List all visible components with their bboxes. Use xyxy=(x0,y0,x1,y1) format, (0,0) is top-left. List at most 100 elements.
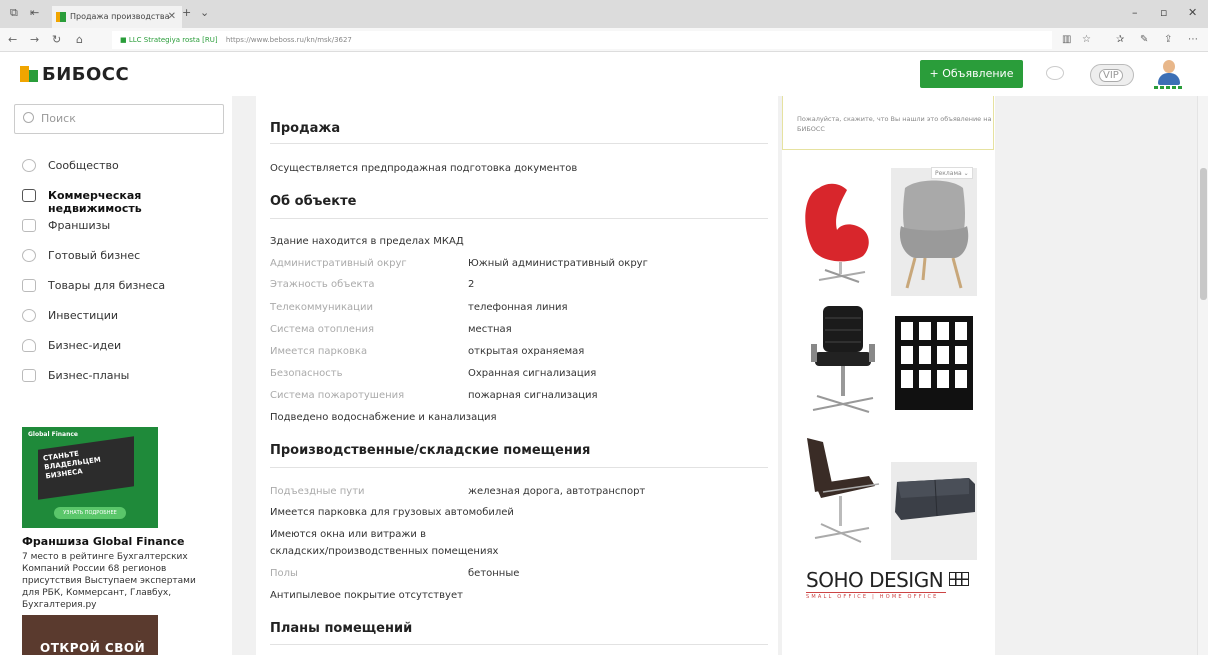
dark-sofa-image[interactable] xyxy=(891,432,977,560)
property-value: Охранная сигнализация xyxy=(468,368,597,379)
more-icon[interactable]: ⋯ xyxy=(1188,34,1198,45)
browser-tab[interactable]: Продажа производства ✕ xyxy=(52,6,182,28)
coin-icon xyxy=(22,309,36,322)
refresh-icon[interactable]: ↻ xyxy=(52,33,61,46)
post-ad-button[interactable]: + Объявление xyxy=(920,60,1023,88)
sidebar: Поиск Сообщество Коммерческая недвижимос… xyxy=(0,96,232,655)
ad-label-text: Реклама xyxy=(935,170,962,177)
vertical-scrollbar[interactable] xyxy=(1197,96,1208,655)
forward-icon[interactable]: → xyxy=(30,33,39,46)
vip-toggle[interactable]: VIP xyxy=(1090,64,1134,86)
property-key: Безопасность xyxy=(270,368,343,379)
windows-text-line2: складских/производственных помещениях xyxy=(270,546,499,557)
ad-label-dropdown[interactable]: Реклама ⌄ xyxy=(931,167,973,179)
section-heading-object: Об объекте xyxy=(270,194,357,209)
address-bar[interactable]: ■ LLC Strategiya rosta [RU] https://www.… xyxy=(112,31,1052,49)
black-shelving-image[interactable] xyxy=(891,300,977,428)
new-tab-icon[interactable]: + xyxy=(182,6,191,19)
ad-description: 7 место в рейтинге Бухгалтерских Компани… xyxy=(22,552,196,610)
ad-cta-button[interactable]: УЗНАТЬ ПОДРОБНЕЕ xyxy=(54,507,126,519)
property-key: Система пожаротушения xyxy=(270,390,405,401)
object-note: Здание находится в пределах МКАД xyxy=(270,236,464,247)
url-text: https://www.beboss.ru/kn/msk/3627 xyxy=(225,36,352,44)
ad-banner-global-finance[interactable]: Global Finance СТАНЬТЕ ВЛАДЕЛЬЦЕМ БИЗНЕС… xyxy=(22,427,158,528)
sidebar-item-label: Готовый бизнес xyxy=(48,249,141,262)
reading-view-icon[interactable]: ▥ xyxy=(1062,34,1071,45)
object-footer-note: Подведено водоснабжение и канализация xyxy=(270,412,497,423)
maximize-icon[interactable]: ▫ xyxy=(1160,6,1167,19)
sidebar-item-label: Бизнес-идеи xyxy=(48,339,122,352)
ad-banner-2[interactable]: ОТКРОЙ СВОЙ xyxy=(22,615,158,655)
ad-banner-2-text: ОТКРОЙ СВОЙ xyxy=(40,641,146,655)
property-key: Телекоммуникации xyxy=(270,302,373,313)
search-input[interactable]: Поиск xyxy=(14,104,224,134)
section-heading-sale: Продажа xyxy=(270,121,341,136)
property-key: Административный округ xyxy=(270,258,407,269)
main-content: Продажа Осуществляется предпродажная под… xyxy=(232,96,1007,655)
sidebar-item-franchises[interactable]: Франшизы xyxy=(22,218,227,238)
property-key: Этажность объекта xyxy=(270,279,375,290)
listing-card: Продажа Осуществляется предпродажная под… xyxy=(256,96,778,655)
divider xyxy=(270,467,768,468)
soho-brand-text: SOHO DESIGN xyxy=(806,568,944,592)
property-key: Полы xyxy=(270,568,298,579)
avatar[interactable] xyxy=(1154,58,1184,90)
sidebar-item-label: Коммерческая недвижимость xyxy=(48,189,142,215)
black-office-chair-image[interactable] xyxy=(799,300,885,428)
sidebar-item-goods[interactable]: Товары для бизнеса xyxy=(22,278,227,298)
close-tab-icon[interactable]: ✕ xyxy=(168,11,176,22)
truck-parking-text: Имеется парковка для грузовых автомобиле… xyxy=(270,507,514,518)
scrollbar-thumb[interactable] xyxy=(1200,168,1207,300)
favicon-icon xyxy=(56,12,66,22)
brown-office-chair-image[interactable] xyxy=(799,432,885,560)
divider xyxy=(270,143,768,144)
tab-list-chevron-icon[interactable]: ⌄ xyxy=(200,6,209,19)
beboss-notice: Пожалуйста, скажите, что Вы нашли это об… xyxy=(782,96,994,150)
soho-subtitle: SMALL OFFICE | HOME OFFICE xyxy=(806,592,946,600)
property-key: Система отопления xyxy=(270,324,375,335)
building-icon xyxy=(22,189,36,202)
red-egg-chair-image[interactable] xyxy=(799,168,885,296)
tab-title: Продажа производства xyxy=(70,12,170,21)
property-value: местная xyxy=(468,324,512,335)
sidebar-item-business-plans[interactable]: Бизнес-планы xyxy=(22,368,227,388)
divider xyxy=(270,218,768,219)
sidebar-item-label: Инвестиции xyxy=(48,309,119,322)
favorite-star-icon[interactable]: ☆ xyxy=(1082,34,1091,45)
sidebar-item-label: Сообщество xyxy=(48,159,119,172)
lightbulb-icon xyxy=(22,339,36,352)
favorites-icon[interactable]: ✰ xyxy=(1116,34,1124,45)
ad-title[interactable]: Франшиза Global Finance xyxy=(22,535,184,548)
sidebar-item-business-ideas[interactable]: Бизнес-идеи xyxy=(22,338,227,358)
close-window-icon[interactable]: ✕ xyxy=(1188,6,1197,19)
search-placeholder: Поиск xyxy=(41,112,76,125)
certificate-label: LLC Strategiya rosta [RU] xyxy=(128,36,218,44)
furniture-ad-grid[interactable] xyxy=(799,168,977,560)
home-icon[interactable]: ⌂ xyxy=(76,33,83,46)
browser-tab-bar: ⧉ ⇤ Продажа производства ✕ + ⌄ – ▫ ✕ xyxy=(0,0,1208,28)
share-icon[interactable]: ⇪ xyxy=(1164,34,1172,45)
dust-coating-text: Антипылевое покрытие отсутствует xyxy=(270,590,463,601)
sidebar-item-commercial-realty[interactable]: Коммерческая недвижимость xyxy=(22,188,227,215)
grid-logo-icon xyxy=(949,572,970,586)
logo-text[interactable]: БИБОСС xyxy=(42,64,129,85)
tab-actions-icon[interactable]: ⧉ xyxy=(10,6,18,20)
set-aside-tabs-icon[interactable]: ⇤ xyxy=(30,6,39,19)
section-heading-production: Производственные/складские помещения xyxy=(270,443,591,458)
pen-icon[interactable]: ✎ xyxy=(1140,34,1148,45)
address-toolbar: ← → ↻ ⌂ ■ LLC Strategiya rosta [RU] http… xyxy=(0,28,1208,52)
ad-brand: Global Finance xyxy=(28,431,78,438)
property-value: открытая охраняемая xyxy=(468,346,585,357)
chat-icon[interactable] xyxy=(1046,66,1064,80)
sale-text: Осуществляется предпродажная подготовка … xyxy=(270,163,578,174)
minimize-icon[interactable]: – xyxy=(1132,6,1138,19)
sidebar-item-ready-business[interactable]: Готовый бизнес xyxy=(22,248,227,268)
grey-lounge-chair-image[interactable] xyxy=(891,168,977,296)
sidebar-item-investments[interactable]: Инвестиции xyxy=(22,308,227,328)
back-icon[interactable]: ← xyxy=(8,33,17,46)
logo-icon[interactable] xyxy=(20,66,38,82)
sidebar-item-community[interactable]: Сообщество xyxy=(22,158,227,178)
property-value: 2 xyxy=(468,279,475,290)
soho-design-logo[interactable]: SOHO DESIGN xyxy=(806,568,974,592)
property-value: телефонная линия xyxy=(468,302,568,313)
